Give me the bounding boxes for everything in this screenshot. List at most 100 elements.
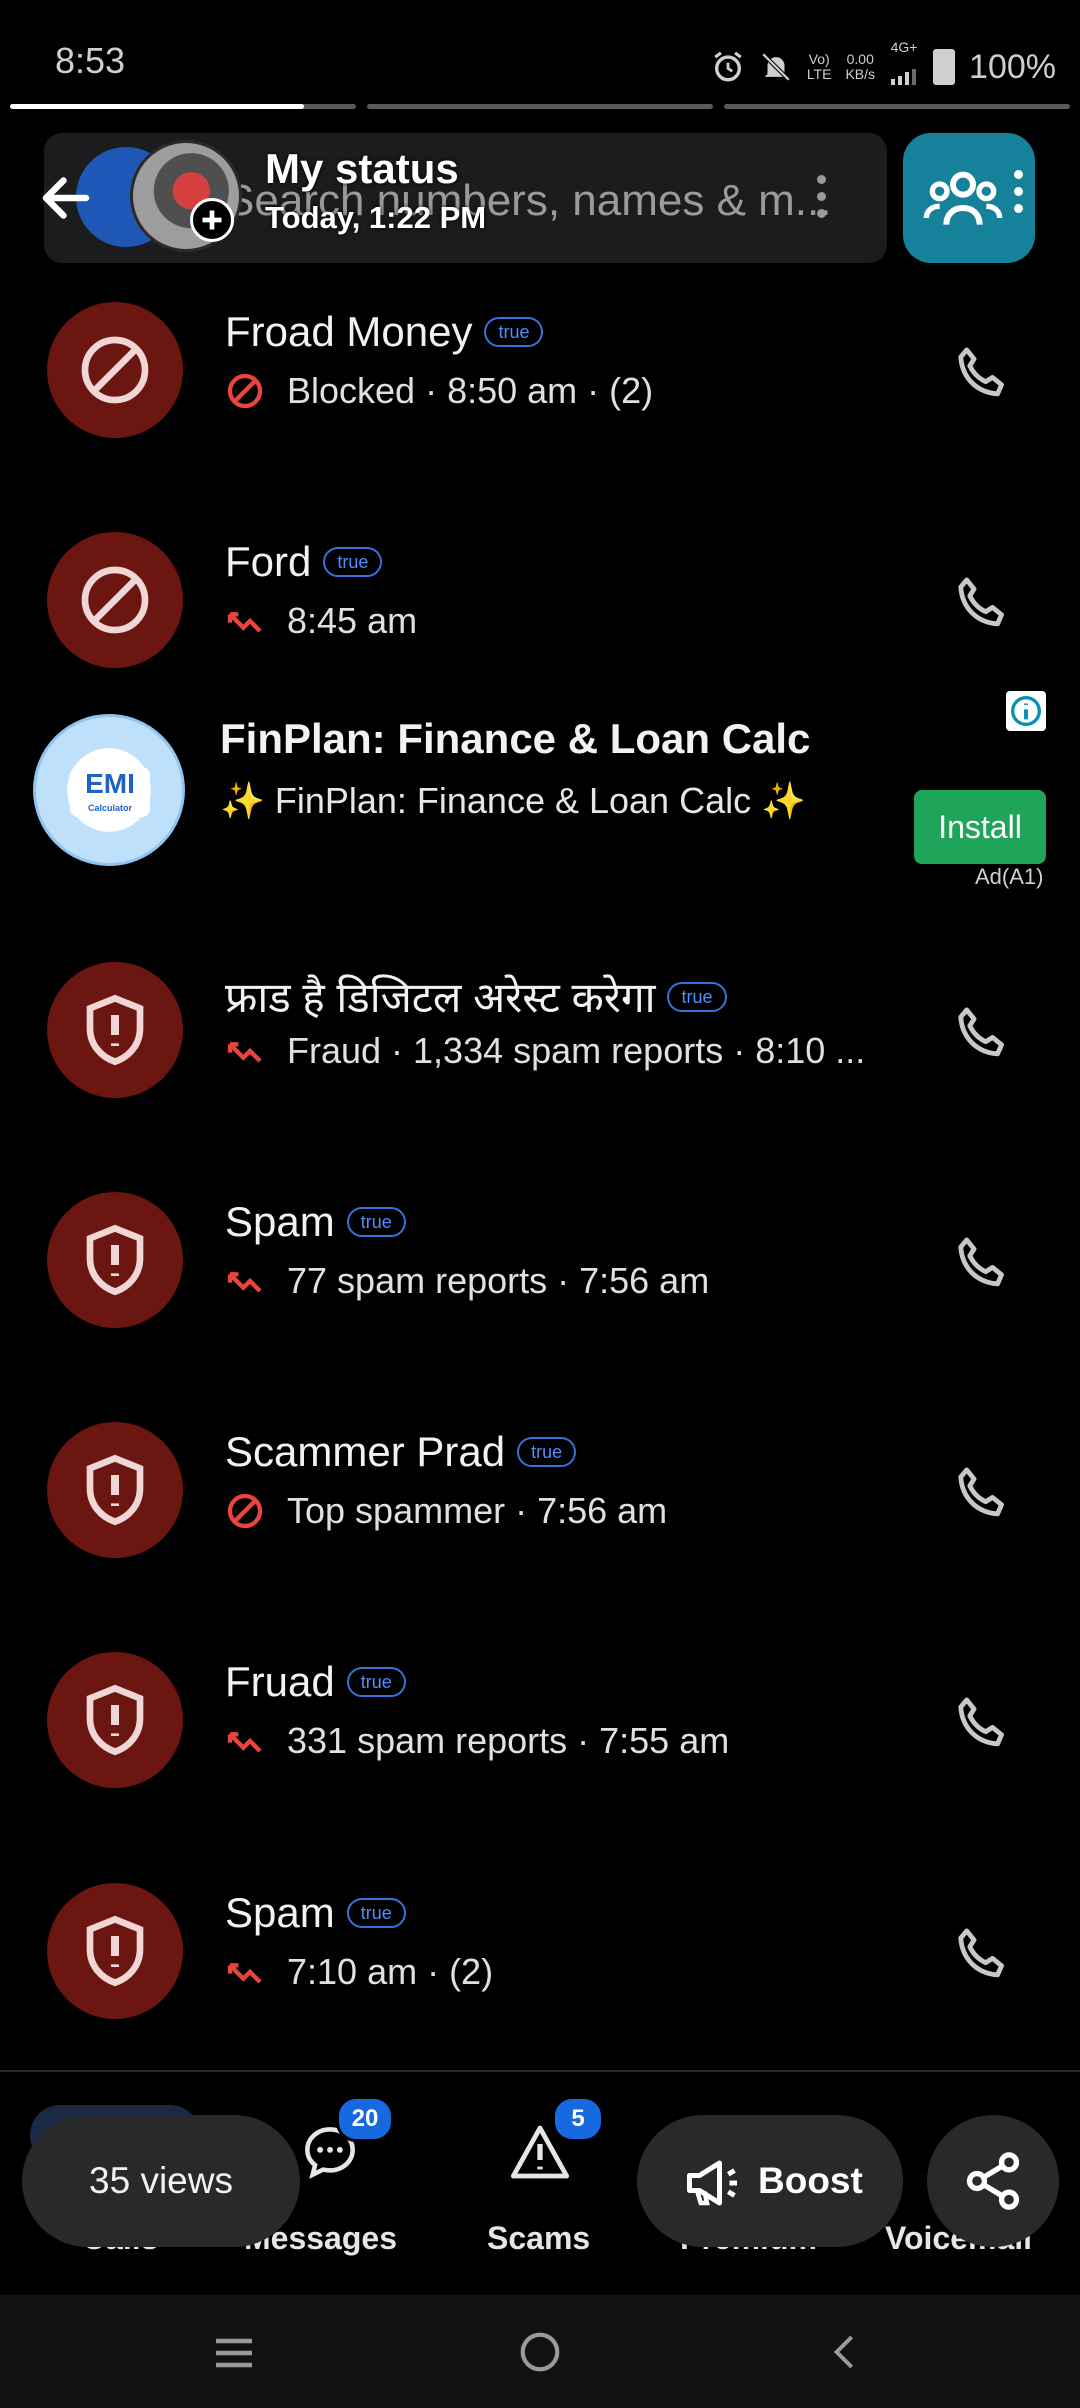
missed-call-icon xyxy=(225,1952,265,1992)
people-icon xyxy=(923,171,1003,225)
ad-app-logo[interactable]: EMI Calculator xyxy=(33,714,185,866)
caller-name: Fruad xyxy=(225,1658,335,1705)
phone-icon xyxy=(958,1697,1004,1747)
caller-tag: true xyxy=(484,317,544,347)
shield-alert-icon xyxy=(86,994,144,1066)
blocked-icon xyxy=(225,371,265,411)
call-row[interactable]: Ford true 8:45 am xyxy=(0,500,1080,730)
missed-call-icon xyxy=(225,1261,265,1301)
caller-name: Spam xyxy=(225,1198,335,1245)
call-status: 331 spam reports · 7:55 am xyxy=(287,1720,730,1761)
install-button[interactable]: Install xyxy=(914,790,1046,864)
back-arrow-icon[interactable] xyxy=(36,168,96,233)
search-menu-icon[interactable] xyxy=(817,175,827,226)
alarm-icon xyxy=(714,51,742,82)
phone-icon xyxy=(958,1007,1004,1057)
caller-name: फ्राड है डिजिटल अरेस्ट करेगा xyxy=(225,974,656,1021)
ad-subtitle: ✨ FinPlan: Finance & Loan Calc ✨ xyxy=(220,780,806,821)
caller-tag: true xyxy=(517,1437,577,1467)
shield-alert-icon xyxy=(86,1915,144,1987)
caller-avatar xyxy=(47,302,183,438)
shield-alert-icon xyxy=(86,1224,144,1296)
story-progress-3 xyxy=(724,104,1070,109)
caller-tag: true xyxy=(346,1667,406,1697)
call-row[interactable]: Spam true 77 spam reports · 7:56 am xyxy=(0,1160,1080,1390)
missed-call-icon xyxy=(225,1031,265,1071)
story-menu-icon[interactable] xyxy=(1014,170,1024,221)
ad-title[interactable]: FinPlan: Finance & Loan Calc xyxy=(220,715,810,763)
caller-tag: true xyxy=(346,1898,406,1928)
status-icons: Vo) LTE 0.00 KB/s 4G+ 100% xyxy=(711,40,1056,94)
status-bar: 8:53 Vo) LTE 0.00 KB/s 4G+ 100% xyxy=(0,0,1080,100)
phone-icon xyxy=(958,347,1004,397)
story-progress-2 xyxy=(367,104,713,109)
missed-call-icon xyxy=(225,1721,265,1761)
views-count: 35 views xyxy=(89,2160,233,2201)
call-status: Blocked · 8:50 am · (2) xyxy=(287,370,654,411)
caller-tag: true xyxy=(667,981,727,1012)
volte-indicator: Vo) LTE xyxy=(806,51,832,82)
clock: 8:53 xyxy=(55,40,126,81)
tab-scams[interactable]: Scams xyxy=(487,2220,590,2257)
call-row[interactable]: Froad Money true Blocked · 8:50 am · (2) xyxy=(0,270,1080,500)
call-button[interactable] xyxy=(948,1690,1016,1763)
call-button[interactable] xyxy=(948,340,1016,413)
call-button[interactable] xyxy=(948,1921,1016,1994)
add-status-icon[interactable] xyxy=(190,198,234,242)
share-button[interactable] xyxy=(927,2115,1059,2247)
ad-logo-text: EMI xyxy=(85,768,135,799)
call-row[interactable]: Fruad true 331 spam reports · 7:55 am xyxy=(0,1620,1080,1850)
status-time: Today, 1:22 PM xyxy=(265,200,487,235)
messages-badge: 20 xyxy=(336,2096,394,2142)
caller-name: Ford xyxy=(225,538,312,585)
phone-icon xyxy=(958,1467,1004,1517)
call-button[interactable] xyxy=(948,1460,1016,1533)
shield-alert-icon xyxy=(86,1454,144,1526)
caller-tag: true xyxy=(323,547,383,577)
blocked-avatar-icon xyxy=(81,336,149,404)
story-progress-1 xyxy=(10,104,356,109)
ad-info-icon[interactable] xyxy=(1006,691,1046,731)
caller-name: Scammer Prad xyxy=(225,1428,506,1475)
recent-apps-icon[interactable] xyxy=(210,2333,258,2373)
signal-bars-icon xyxy=(891,69,917,85)
caller-name: Froad Money xyxy=(225,308,473,355)
call-button[interactable] xyxy=(948,570,1016,643)
call-status: 77 spam reports · 7:56 am xyxy=(287,1260,710,1301)
mute-notifications-icon xyxy=(761,52,791,82)
caller-avatar xyxy=(47,962,183,1098)
blocked-icon xyxy=(225,1491,265,1531)
back-icon[interactable] xyxy=(825,2329,865,2375)
call-status: 8:45 am xyxy=(287,600,418,641)
megaphone-icon xyxy=(682,2155,742,2216)
call-button[interactable] xyxy=(948,1230,1016,1303)
shield-alert-icon xyxy=(86,1684,144,1756)
status-title: My status xyxy=(265,145,459,192)
call-row[interactable]: Scammer Prad true Top spammer · 7:56 am xyxy=(0,1390,1080,1620)
network-speed: 0.00 KB/s xyxy=(845,51,876,82)
scams-badge: 5 xyxy=(552,2096,604,2142)
caller-name: Spam xyxy=(225,1889,335,1936)
caller-avatar xyxy=(47,1192,183,1328)
call-status: 7:10 am · (2) xyxy=(287,1951,494,1992)
call-row[interactable]: Spam true 7:10 am · (2) xyxy=(0,1851,1080,2081)
boost-label: Boost xyxy=(758,2160,863,2201)
blocked-avatar-icon xyxy=(81,566,149,634)
signal-indicator: 4G+ xyxy=(889,40,919,94)
home-icon[interactable] xyxy=(517,2329,563,2375)
share-icon xyxy=(966,2152,1020,2210)
call-status: Fraud · 1,334 spam reports · 8:10 ... xyxy=(287,1030,866,1071)
caller-avatar xyxy=(47,1652,183,1788)
system-navigation-bar xyxy=(0,2295,1080,2408)
phone-icon xyxy=(958,1237,1004,1287)
caller-avatar xyxy=(47,1883,183,2019)
phone-icon xyxy=(958,1928,1004,1978)
call-button[interactable] xyxy=(948,1000,1016,1073)
call-row[interactable]: फ्राड है डिजिटल अरेस्ट करेगा true Fraud ·… xyxy=(0,930,1080,1160)
caller-avatar xyxy=(47,532,183,668)
caller-tag: true xyxy=(346,1207,406,1237)
battery-percent: 100% xyxy=(969,47,1056,86)
caller-avatar xyxy=(47,1422,183,1558)
battery-icon xyxy=(933,49,956,85)
ad-logo-subtext: Calculator xyxy=(87,803,132,813)
